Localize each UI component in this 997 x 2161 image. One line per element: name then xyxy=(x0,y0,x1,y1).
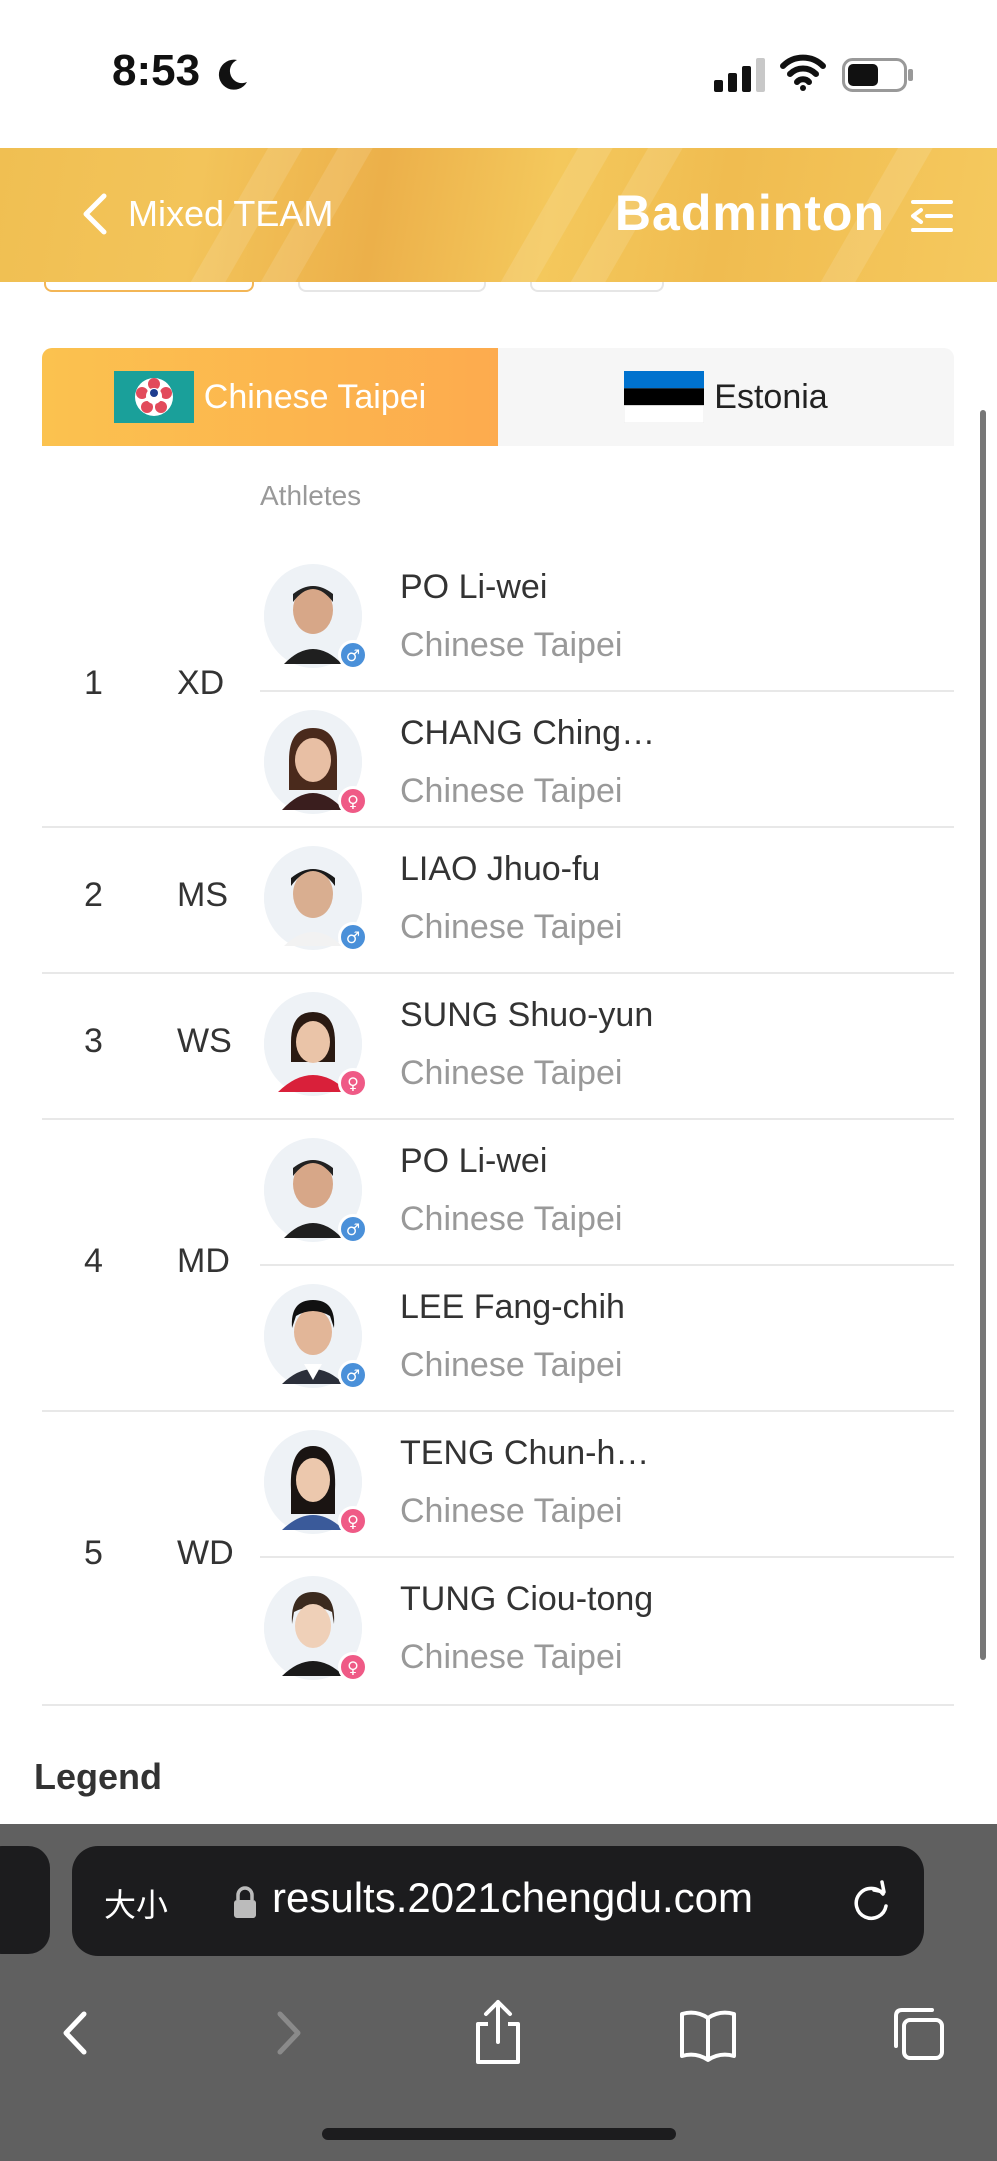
athlete-team: Chinese Taipei xyxy=(400,1492,623,1530)
athletes-card: Athletes 1 XD ♂ PO Li-wei Chinese Taipei… xyxy=(42,456,954,1706)
female-icon: ♀ xyxy=(338,1068,368,1098)
match-number: 3 xyxy=(84,1022,103,1060)
athlete-entry[interactable]: ♀ SUNG Shuo-yun Chinese Taipei xyxy=(260,974,954,1120)
athlete-team: Chinese Taipei xyxy=(400,908,623,946)
athlete-team: Chinese Taipei xyxy=(400,772,623,810)
browser-toolbar xyxy=(0,1984,997,2094)
previous-tab-preview[interactable] xyxy=(0,1846,50,1954)
wifi-icon xyxy=(780,54,826,91)
athletes-heading: Athletes xyxy=(260,480,362,511)
clock: 8:53 xyxy=(112,46,201,95)
legend-heading: Legend xyxy=(34,1756,163,1797)
match-row: 1 XD ♂ PO Li-wei Chinese Taipei ♀ CHANG … xyxy=(42,546,954,828)
team-name: Chinese Taipei xyxy=(203,377,427,416)
sport-title: Badminton xyxy=(614,185,885,241)
athlete-name: LIAO Jhuo-fu xyxy=(400,850,601,888)
reload-icon[interactable] xyxy=(850,1880,892,1924)
browser-chrome: 大小 results.2021chengdu.com xyxy=(0,1824,997,2161)
athlete-team: Chinese Taipei xyxy=(400,1346,623,1384)
female-icon: ♀ xyxy=(338,786,368,816)
page-header: Mixed TEAM Badminton xyxy=(0,148,997,282)
back-label: Mixed TEAM xyxy=(128,193,334,234)
match-type: WD xyxy=(177,1534,234,1572)
avatar: ♂ xyxy=(264,846,368,952)
avatar: ♀ xyxy=(264,1430,368,1536)
share-icon[interactable] xyxy=(468,1998,528,2068)
athlete-name: PO Li-wei xyxy=(400,568,548,606)
moon-icon xyxy=(218,59,247,90)
battery-icon xyxy=(842,58,913,92)
athlete-entry[interactable]: ♀ CHANG Ching… Chinese Taipei xyxy=(260,692,954,838)
match-number: 4 xyxy=(84,1242,103,1280)
male-icon: ♂ xyxy=(338,640,368,670)
match-type: WS xyxy=(177,1022,232,1060)
athlete-name: LEE Fang-chih xyxy=(400,1288,625,1326)
avatar: ♀ xyxy=(264,992,368,1098)
text-size-button[interactable]: 大小 xyxy=(104,1880,168,1926)
avatar: ♀ xyxy=(264,1576,368,1682)
cellular-signal-icon xyxy=(714,58,765,92)
home-indicator xyxy=(322,2128,676,2140)
forward-arrow-icon[interactable] xyxy=(258,1998,318,2068)
tab-team-estonia[interactable]: Estonia xyxy=(498,348,954,446)
tab-team-chinese-taipei[interactable]: Chinese Taipei xyxy=(42,348,498,446)
athlete-name: PO Li-wei xyxy=(400,1142,548,1180)
athlete-team: Chinese Taipei xyxy=(400,1638,623,1676)
estonia-flag-icon xyxy=(624,371,705,423)
back-button[interactable]: Mixed TEAM xyxy=(80,186,333,242)
match-row: 3 WS ♀ SUNG Shuo-yun Chinese Taipei xyxy=(42,974,954,1120)
athlete-entry[interactable]: ♂ LEE Fang-chih Chinese Taipei xyxy=(260,1266,954,1412)
match-number: 5 xyxy=(84,1534,103,1572)
scrollbar[interactable] xyxy=(980,410,986,1660)
athlete-entry[interactable]: ♂ PO Li-wei Chinese Taipei xyxy=(260,1120,954,1266)
athlete-team: Chinese Taipei xyxy=(400,1200,623,1238)
avatar: ♂ xyxy=(264,564,368,670)
match-row: 4 MD ♂ PO Li-wei Chinese Taipei ♂ LEE Fa… xyxy=(42,1120,954,1412)
chevron-left-icon xyxy=(83,193,107,235)
female-icon: ♀ xyxy=(338,1506,368,1536)
match-type: XD xyxy=(177,664,225,702)
athlete-entry[interactable]: ♂ LIAO Jhuo-fu Chinese Taipei xyxy=(260,828,954,974)
menu-icon[interactable] xyxy=(909,196,955,236)
address-bar[interactable]: 大小 results.2021chengdu.com xyxy=(72,1846,924,1956)
match-type: MD xyxy=(177,1242,230,1280)
athlete-entry[interactable]: ♀ TUNG Ciou-tong Chinese Taipei xyxy=(260,1558,954,1704)
team-name: Estonia xyxy=(714,377,828,416)
avatar: ♀ xyxy=(264,710,368,816)
male-icon: ♂ xyxy=(338,922,368,952)
avatar: ♂ xyxy=(264,1138,368,1244)
athlete-entry[interactable]: ♀ TENG Chun-h… Chinese Taipei xyxy=(260,1412,954,1558)
athlete-team: Chinese Taipei xyxy=(400,626,623,664)
male-icon: ♂ xyxy=(338,1214,368,1244)
status-bar: 8:53 xyxy=(0,0,997,148)
tab-strip xyxy=(0,282,997,294)
athlete-name: TENG Chun-h… xyxy=(400,1434,650,1472)
athlete-team: Chinese Taipei xyxy=(400,1054,623,1092)
match-type: MS xyxy=(177,876,228,914)
athlete-name: SUNG Shuo-yun xyxy=(400,996,654,1034)
back-arrow-icon[interactable] xyxy=(46,1998,106,2068)
match-number: 2 xyxy=(84,876,103,914)
chinese-taipei-flag-icon xyxy=(113,371,194,423)
url-text[interactable]: results.2021chengdu.com xyxy=(272,1874,753,1922)
match-number: 1 xyxy=(84,664,103,702)
bookmarks-icon[interactable] xyxy=(678,1998,738,2068)
team-selector: Chinese Taipei Estonia xyxy=(42,348,954,446)
female-icon: ♀ xyxy=(338,1652,368,1682)
match-row: 2 MS ♂ LIAO Jhuo-fu Chinese Taipei xyxy=(42,828,954,974)
match-row: 5 WD ♀ TENG Chun-h… Chinese Taipei ♀ TUN… xyxy=(42,1412,954,1706)
athlete-name: CHANG Ching… xyxy=(400,714,656,752)
lock-icon xyxy=(234,1886,256,1918)
avatar: ♂ xyxy=(264,1284,368,1390)
male-icon: ♂ xyxy=(338,1360,368,1390)
athlete-entry[interactable]: ♂ PO Li-wei Chinese Taipei xyxy=(260,546,954,692)
tabs-icon[interactable] xyxy=(888,1998,948,2068)
athlete-name: TUNG Ciou-tong xyxy=(400,1580,654,1618)
